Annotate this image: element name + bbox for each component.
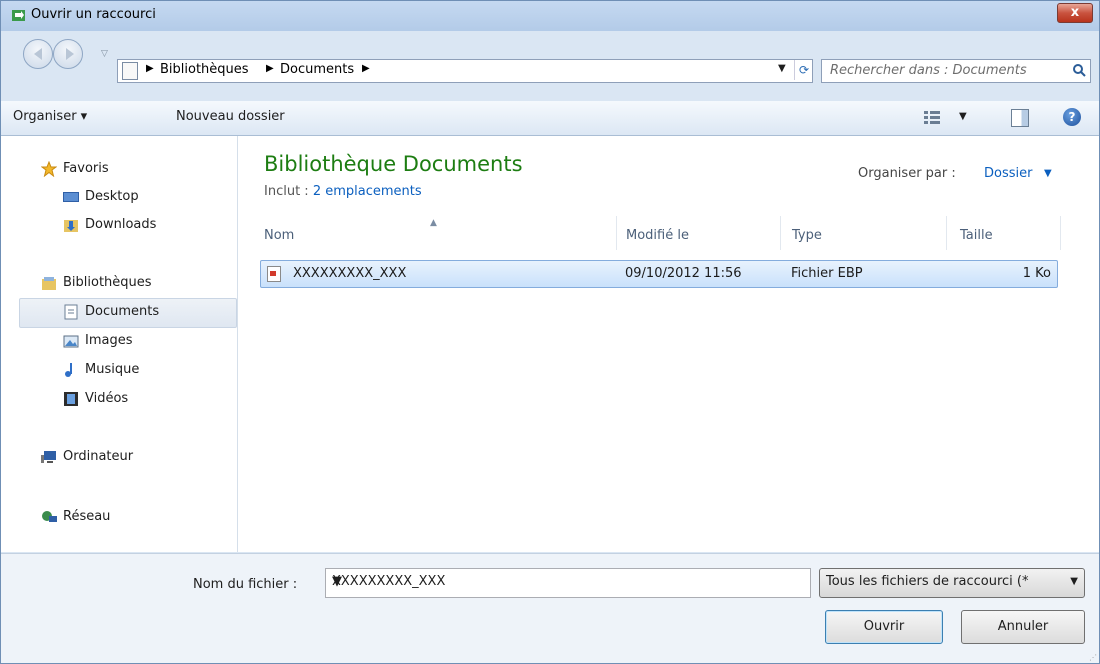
breadcrumb-separator-icon[interactable]: ▶ <box>362 63 370 74</box>
includes-label: Inclut : <box>264 184 313 199</box>
nav-music-label: Musique <box>85 362 140 377</box>
nav-libraries-label: Bibliothèques <box>63 275 152 290</box>
column-divider[interactable] <box>1060 216 1061 250</box>
includes-locations-link[interactable]: 2 emplacements <box>313 184 422 199</box>
filename-value: XXXXXXXXX_XXX <box>332 574 446 589</box>
breadcrumb-documents[interactable]: Documents <box>280 62 354 77</box>
file-size: 1 Ko <box>1022 266 1051 281</box>
nav-network-label: Réseau <box>63 509 111 524</box>
film-icon <box>63 391 79 407</box>
filename-label: Nom du fichier : <box>193 577 298 592</box>
navigation-pane: Favoris Desktop Downloads Bibliothèques … <box>1 136 238 552</box>
nav-videos-label: Vidéos <box>85 391 129 406</box>
network-globe-icon <box>41 509 57 525</box>
music-note-icon <box>63 362 79 378</box>
column-header-modified[interactable]: Modifié le <box>626 228 689 243</box>
file-type-filter-select[interactable]: Tous les fichiers de raccourci (* ▼ <box>819 568 1085 598</box>
search-placeholder: Rechercher dans : Documents <box>830 63 1027 78</box>
address-dropdown-icon[interactable]: ▼ <box>778 63 786 74</box>
column-header-type[interactable]: Type <box>792 228 822 243</box>
sort-ascending-icon: ▲ <box>430 218 437 228</box>
nav-favorites-label: Favoris <box>63 161 109 176</box>
file-type: Fichier EBP <box>791 266 863 281</box>
column-header-size[interactable]: Taille <box>960 228 993 243</box>
view-dropdown-icon[interactable]: ▼ <box>959 111 967 122</box>
address-bar[interactable]: ▶ Bibliothèques ▶ Documents ▶ ▼ ⟳ <box>117 59 813 83</box>
downloads-folder-icon <box>63 217 79 233</box>
organize-menu-button[interactable]: Organiser ▾ <box>13 109 87 124</box>
column-headers: ▲ Nom Modifié le Type Taille <box>238 216 1099 250</box>
window-title: Ouvrir un raccourci <box>31 7 156 22</box>
file-modified: 09/10/2012 11:56 <box>625 266 742 281</box>
chevron-down-icon: ▼ <box>1070 576 1078 587</box>
column-header-name[interactable]: Nom <box>264 228 294 243</box>
file-row[interactable]: XXXXXXXXX_XXX 09/10/2012 11:56 Fichier E… <box>260 260 1058 288</box>
nav-images-label: Images <box>85 333 133 348</box>
search-icon[interactable] <box>1072 63 1086 77</box>
open-shortcut-dialog: Ouvrir un raccourci x ▽ ▶ Bibliothèques … <box>0 0 1100 664</box>
arrange-by-chevron-icon[interactable]: ▼ <box>1044 168 1052 179</box>
history-dropdown-icon[interactable]: ▽ <box>101 49 108 59</box>
breadcrumb-libraries[interactable]: Bibliothèques <box>160 62 249 77</box>
navigation-row: ▽ ▶ Bibliothèques ▶ Documents ▶ ▼ ⟳ Rech… <box>1 31 1099 83</box>
nav-desktop-label: Desktop <box>85 189 139 204</box>
refresh-icon[interactable]: ⟳ <box>794 60 813 80</box>
libraries-icon <box>41 275 57 291</box>
ebp-file-icon <box>267 266 281 282</box>
file-type-filter-value: Tous les fichiers de raccourci (* <box>826 574 1029 589</box>
dialog-app-icon <box>11 7 27 23</box>
library-title: Bibliothèque Documents <box>264 152 523 176</box>
star-icon <box>40 160 58 178</box>
images-icon <box>63 333 79 349</box>
back-button[interactable] <box>23 39 53 69</box>
cancel-button[interactable]: Annuler <box>961 610 1085 644</box>
preview-pane-icon[interactable] <box>1011 109 1029 127</box>
new-folder-button[interactable]: Nouveau dossier <box>176 109 285 124</box>
column-divider[interactable] <box>780 216 781 250</box>
computer-icon <box>41 449 57 465</box>
search-input[interactable]: Rechercher dans : Documents <box>821 59 1091 83</box>
nav-downloads-label: Downloads <box>85 217 157 232</box>
breadcrumb-separator-icon[interactable]: ▶ <box>266 63 274 74</box>
dialog-footer: Nom du fichier : XXXXXXXXX_XXX ▼ Tous le… <box>1 553 1099 663</box>
close-button[interactable]: x <box>1057 3 1093 23</box>
library-folder-icon <box>122 62 138 80</box>
nav-documents-label: Documents <box>85 304 160 319</box>
arrange-by-dropdown[interactable]: Dossier <box>984 166 1032 181</box>
column-divider[interactable] <box>946 216 947 250</box>
forward-button[interactable] <box>53 39 83 69</box>
nav-computer-label: Ordinateur <box>63 449 134 464</box>
command-toolbar: Organiser ▾ Nouveau dossier ▼ ? <box>1 101 1099 136</box>
filename-input[interactable]: XXXXXXXXX_XXX ▼ <box>325 568 811 598</box>
documents-icon <box>63 304 79 320</box>
arrange-by-label: Organiser par : <box>858 166 956 181</box>
desktop-icon <box>63 189 79 205</box>
breadcrumb-separator-icon[interactable]: ▶ <box>146 63 154 74</box>
file-name: XXXXXXXXX_XXX <box>293 266 407 281</box>
resize-grip-icon[interactable]: ⋰ <box>1089 653 1097 662</box>
title-bar: Ouvrir un raccourci x <box>1 1 1099 31</box>
library-includes: Inclut : 2 emplacements <box>264 184 422 199</box>
filename-dropdown-icon[interactable]: ▼ <box>332 574 342 589</box>
column-divider[interactable] <box>616 216 617 250</box>
file-list-pane: Bibliothèque Documents Inclut : 2 emplac… <box>238 136 1099 552</box>
view-options-icon[interactable] <box>923 109 955 125</box>
open-button[interactable]: Ouvrir <box>825 610 943 644</box>
help-icon[interactable]: ? <box>1063 108 1081 126</box>
